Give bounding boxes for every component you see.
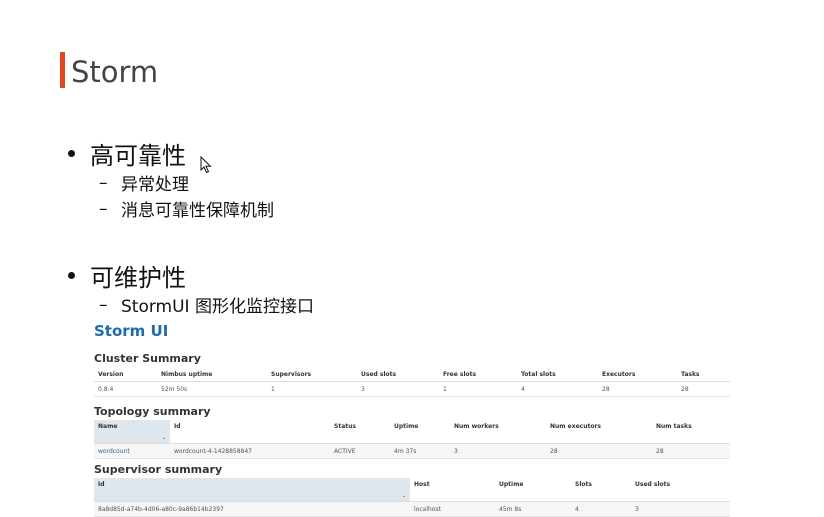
column-header-sorted[interactable]: Name ⌄ (94, 420, 170, 444)
table-cell: 4 (571, 501, 631, 517)
column-header[interactable]: Supervisors (267, 367, 357, 382)
table-cell: 45m 8s (495, 501, 571, 517)
column-header[interactable]: Status (330, 420, 390, 444)
column-header[interactable]: Executors (598, 367, 677, 382)
table-cell: 3 (357, 381, 439, 397)
cluster-summary-table: Version Nimbus uptime Supervisors Used s… (94, 367, 730, 397)
table-header-row: Name ⌄ Id Status Uptime Num workers Num … (94, 420, 730, 444)
column-header[interactable]: Num executors (546, 420, 652, 444)
column-header[interactable]: Used slots (631, 478, 730, 502)
bullet-text: 可维护性 (90, 264, 186, 292)
table-cell: 4 (517, 381, 598, 397)
slide-title: Storm (71, 55, 159, 89)
sort-caret-icon: ⌄ (401, 493, 406, 499)
table-cell: 1 (267, 381, 357, 397)
dash-icon: – (99, 294, 108, 315)
dash-icon: – (99, 172, 108, 193)
sub-item-stormui: – StormUI 图形化监控接口 (99, 292, 314, 318)
storm-ui-title: Storm UI (94, 322, 169, 340)
table-cell: 28 (677, 381, 730, 397)
bullet-maintainability: 可维护性 (68, 258, 186, 293)
sort-caret-icon: ⌄ (161, 435, 166, 441)
table-cell: 28 (652, 443, 730, 459)
supervisor-summary-table: Id ⌄ Host Uptime Slots Used slots 8a8d85… (94, 478, 730, 517)
table-header-row: Id ⌄ Host Uptime Slots Used slots (94, 478, 730, 502)
bullet-dot-icon (68, 150, 75, 157)
supervisor-summary-title: Supervisor summary (94, 463, 223, 476)
table-row: 0.8.4 52m 50s 1 3 1 4 28 28 (94, 381, 730, 397)
table-cell: 3 (450, 443, 546, 459)
topology-summary-table: Name ⌄ Id Status Uptime Num workers Num … (94, 420, 730, 459)
column-header[interactable]: Version (94, 367, 157, 382)
table-cell: 0.8.4 (94, 381, 157, 397)
sub-item-message-reliability: – 消息可靠性保障机制 (99, 196, 274, 222)
sub-item-exception: – 异常处理 (99, 170, 189, 196)
column-header-label: Name (98, 423, 118, 430)
mouse-cursor-icon (200, 156, 212, 174)
table-cell: wordcount-4-1428858847 (170, 443, 330, 459)
column-header[interactable]: Host (410, 478, 495, 502)
table-cell: 52m 50s (157, 381, 267, 397)
column-header[interactable]: Num workers (450, 420, 546, 444)
topology-summary-title: Topology summary (94, 405, 211, 418)
sub-item-label: 消息可靠性保障机制 (121, 201, 274, 221)
column-header[interactable]: Uptime (390, 420, 450, 444)
column-header[interactable]: Slots (571, 478, 631, 502)
column-header[interactable]: Id (170, 420, 330, 444)
table-row: 8a8d85d-a74b-4d06-a80c-9a86b14b2397 loca… (94, 501, 730, 517)
column-header[interactable]: Uptime (495, 478, 571, 502)
table-cell: ACTIVE (330, 443, 390, 459)
sub-item-label: 异常处理 (121, 175, 189, 195)
table-cell: 8a8d85d-a74b-4d06-a80c-9a86b14b2397 (94, 501, 410, 517)
bullet-dot-icon (68, 272, 75, 279)
link-text[interactable]: wordcount (98, 448, 130, 455)
dash-icon: – (99, 198, 108, 219)
table-header-row: Version Nimbus uptime Supervisors Used s… (94, 367, 730, 382)
table-cell: 4m 37s (390, 443, 450, 459)
column-header-sorted[interactable]: Id ⌄ (94, 478, 410, 502)
title-accent-bar (60, 52, 65, 88)
table-cell: localhost (410, 501, 495, 517)
table-cell: 1 (439, 381, 517, 397)
bullet-reliability: 高可靠性 (68, 136, 186, 171)
column-header[interactable]: Used slots (357, 367, 439, 382)
table-cell: 3 (631, 501, 730, 517)
column-header[interactable]: Total slots (517, 367, 598, 382)
column-header[interactable]: Free slots (439, 367, 517, 382)
topology-name-link[interactable]: wordcount (94, 443, 170, 459)
table-cell: 28 (598, 381, 677, 397)
sub-item-label: StormUI 图形化监控接口 (121, 297, 314, 317)
cluster-summary-title: Cluster Summary (94, 352, 201, 365)
column-header[interactable]: Tasks (677, 367, 730, 382)
column-header-label: Id (98, 481, 105, 488)
column-header[interactable]: Num tasks (652, 420, 730, 444)
column-header[interactable]: Nimbus uptime (157, 367, 267, 382)
bullet-text: 高可靠性 (90, 142, 186, 170)
table-cell: 28 (546, 443, 652, 459)
table-row: wordcount wordcount-4-1428858847 ACTIVE … (94, 443, 730, 459)
